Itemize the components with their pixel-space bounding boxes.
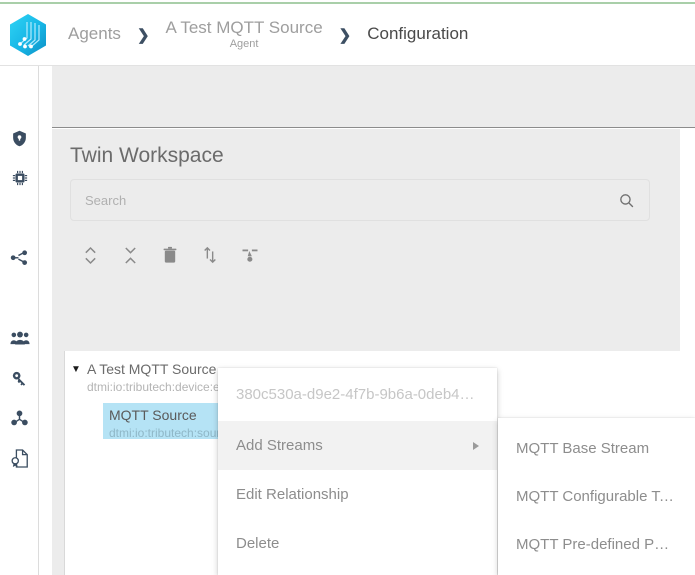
breadcrumb-label: Agents bbox=[68, 24, 121, 44]
users-group-icon bbox=[9, 331, 30, 345]
context-menu-item-label: Edit Relationship bbox=[236, 486, 349, 503]
context-menu-item-add-streams[interactable]: Add Streams bbox=[218, 421, 497, 470]
submenu-item-mqtt-configurable-topic[interactable]: MQTT Configurable Topic bbox=[498, 472, 695, 520]
search-input[interactable] bbox=[71, 192, 618, 208]
chevron-right-icon bbox=[473, 441, 479, 450]
chevron-down-icon[interactable]: ▼ bbox=[71, 363, 85, 377]
expand-all-icon bbox=[84, 246, 96, 264]
app-logo[interactable] bbox=[0, 4, 56, 66]
context-menu-item-edit-relationship[interactable]: Edit Relationship bbox=[218, 470, 497, 519]
context-menu: 380c530a-d9e2-4f7b-9b6a-0deb430… Add Str… bbox=[218, 368, 497, 575]
sidebar-item-keys[interactable] bbox=[0, 358, 39, 398]
context-menu-item-label: Delete bbox=[236, 535, 280, 552]
configuration-band bbox=[52, 66, 695, 128]
breadcrumb-sublabel: Agent bbox=[229, 38, 259, 51]
trash-icon bbox=[163, 246, 177, 263]
collapse-all-icon bbox=[124, 246, 136, 264]
certificate-document-icon bbox=[11, 448, 28, 468]
chip-icon bbox=[12, 170, 27, 186]
relationship-icon bbox=[242, 249, 258, 262]
shield-lock-icon bbox=[13, 130, 26, 146]
sidebar-item-certificates[interactable] bbox=[0, 438, 39, 478]
context-menu-guid-label: 380c530a-d9e2-4f7b-9b6a-0deb430… bbox=[236, 386, 479, 403]
breadcrumb-item-configuration[interactable]: Configuration bbox=[367, 24, 469, 44]
breadcrumb-label: Configuration bbox=[367, 24, 469, 44]
share-nodes-icon bbox=[10, 249, 28, 265]
submenu-item-mqtt-base-stream[interactable]: MQTT Base Stream bbox=[498, 424, 695, 472]
breadcrumb: Agents ❯ A Test MQTT Source Agent ❯ Conf… bbox=[56, 17, 469, 51]
context-menu-guid: 380c530a-d9e2-4f7b-9b6a-0deb430… bbox=[218, 368, 497, 421]
sidebar-item-models[interactable] bbox=[0, 398, 39, 438]
key-icon bbox=[12, 371, 26, 386]
tree-toolbar bbox=[70, 234, 270, 276]
app-header: Agents ❯ A Test MQTT Source Agent ❯ Conf… bbox=[0, 4, 695, 66]
add-streams-submenu: MQTT Base Stream MQTT Configurable Topic… bbox=[498, 418, 695, 575]
search-icon[interactable] bbox=[618, 192, 649, 209]
context-menu-item-label: Add Streams bbox=[236, 437, 323, 454]
collapse-all-button[interactable] bbox=[110, 235, 150, 275]
tributech-hexagon-logo-icon bbox=[10, 13, 46, 56]
expand-all-button[interactable] bbox=[70, 235, 110, 275]
breadcrumb-separator-icon: ❯ bbox=[338, 26, 352, 44]
search-box[interactable] bbox=[70, 179, 650, 221]
breadcrumb-item-agent[interactable]: A Test MQTT Source Agent bbox=[165, 17, 323, 51]
sort-button[interactable] bbox=[190, 235, 230, 275]
breadcrumb-separator-icon: ❯ bbox=[136, 26, 150, 44]
context-menu-item-delete[interactable]: Delete bbox=[218, 519, 497, 568]
molecule-icon bbox=[11, 410, 28, 425]
add-relationship-button[interactable] bbox=[230, 235, 270, 275]
sidebar-item-users[interactable] bbox=[0, 318, 39, 358]
submenu-item-label: MQTT Pre-defined Payload bbox=[516, 535, 677, 553]
page-title: Twin Workspace bbox=[70, 144, 224, 167]
breadcrumb-item-agents[interactable]: Agents bbox=[68, 24, 121, 44]
app-root: Agents ❯ A Test MQTT Source Agent ❯ Conf… bbox=[0, 0, 695, 575]
submenu-item-mqtt-pre-defined-payload[interactable]: MQTT Pre-defined Payload bbox=[498, 520, 695, 568]
delete-button[interactable] bbox=[150, 235, 190, 275]
sidebar-item-devices[interactable] bbox=[0, 158, 39, 198]
submenu-item-label: MQTT Configurable Topic bbox=[516, 487, 677, 505]
sort-icon bbox=[204, 246, 216, 264]
sidebar-nav bbox=[0, 66, 39, 575]
submenu-item-label: MQTT Base Stream bbox=[516, 439, 650, 457]
sidebar-item-twin-graph[interactable] bbox=[0, 238, 39, 278]
breadcrumb-label: A Test MQTT Source bbox=[165, 17, 323, 37]
sidebar-item-security[interactable] bbox=[0, 118, 39, 158]
